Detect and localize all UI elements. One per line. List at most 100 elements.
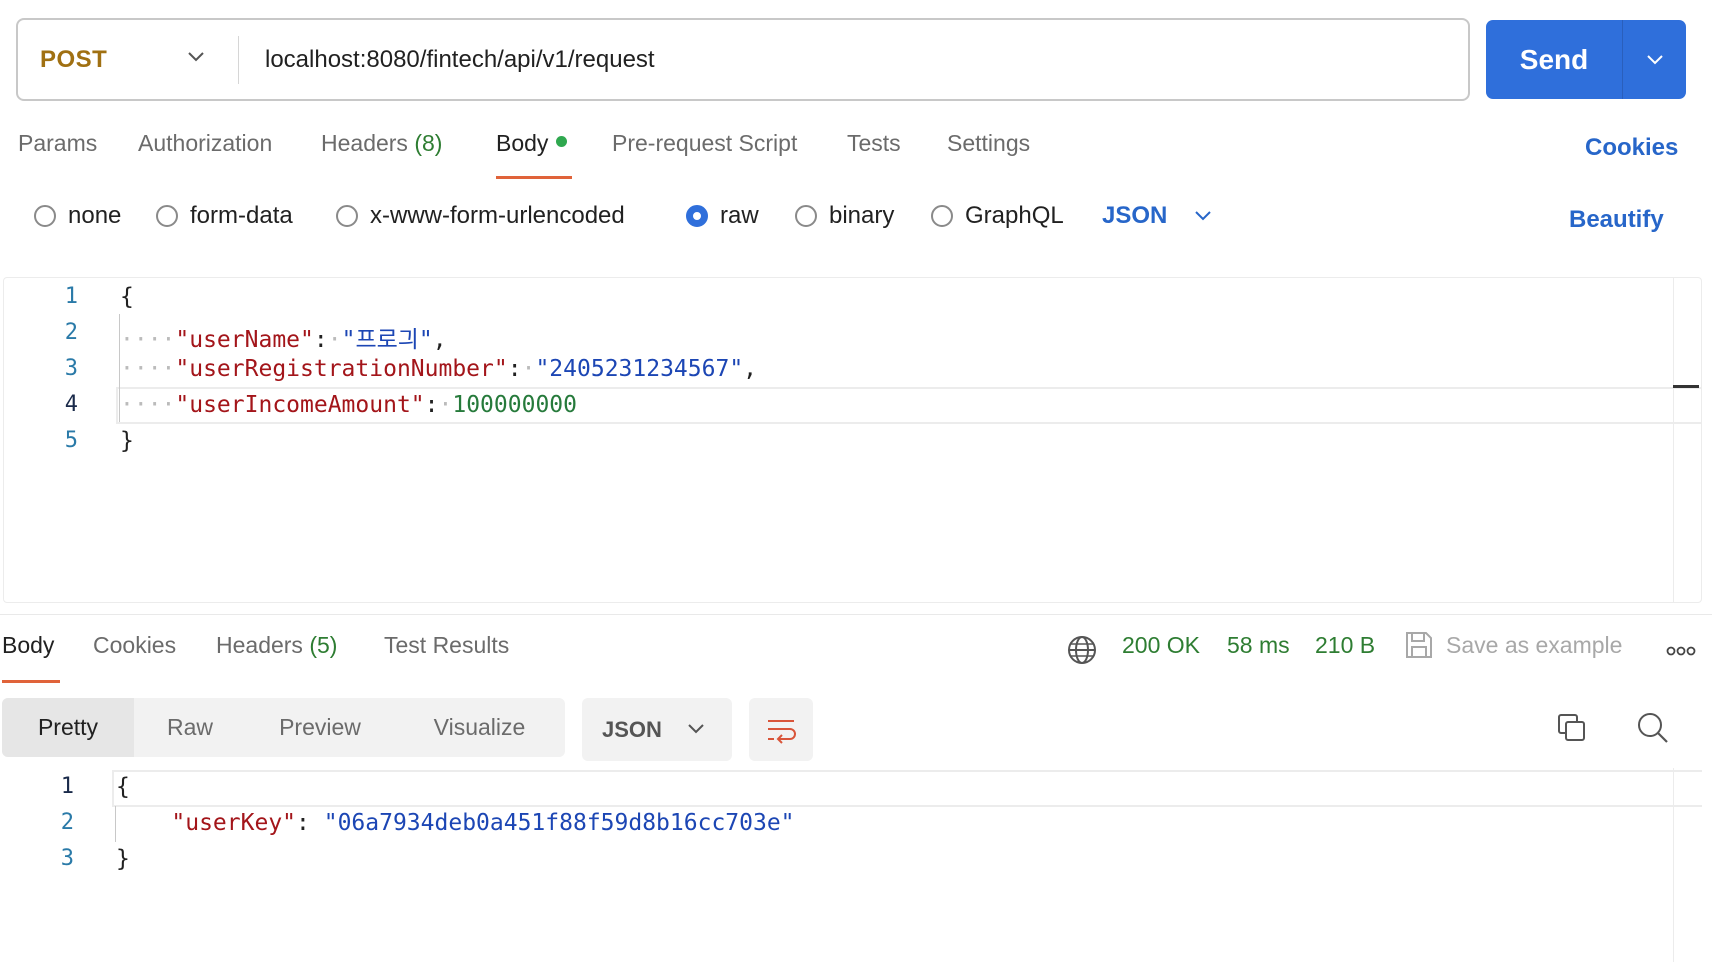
response-format-label: JSON xyxy=(602,716,662,742)
whitespace-marker: ···· xyxy=(120,356,176,382)
tab-settings[interactable]: Settings xyxy=(947,130,1030,157)
response-divider xyxy=(0,614,1712,615)
whitespace-marker: · xyxy=(327,327,342,353)
response-format-selector[interactable]: JSON xyxy=(582,698,732,761)
code-line: ····"userRegistrationNumber":·"240523123… xyxy=(120,356,758,382)
code-line: ····"userIncomeAmount":·100000000 xyxy=(120,392,577,418)
json-key: "userKey" xyxy=(171,810,297,836)
response-time[interactable]: 58 ms xyxy=(1227,632,1290,659)
code-line: } xyxy=(120,428,134,454)
tab-body[interactable]: Body xyxy=(496,130,568,157)
send-button[interactable]: Send xyxy=(1486,20,1622,99)
wrap-lines-icon xyxy=(768,719,796,744)
json-key: "userName" xyxy=(175,327,314,353)
json-number: 100000000 xyxy=(452,392,577,418)
save-as-example-button[interactable]: Save as example xyxy=(1404,630,1622,660)
save-as-example-label: Save as example xyxy=(1446,631,1623,658)
response-tab-test-results[interactable]: Test Results xyxy=(384,632,509,659)
response-tab-headers[interactable]: Headers (5) xyxy=(216,632,337,659)
request-url-bar: POST localhost:8080/fintech/api/v1/reque… xyxy=(16,18,1470,101)
radio-urlencoded[interactable]: x-www-form-urlencoded xyxy=(336,202,625,230)
whitespace-marker: · xyxy=(521,356,536,382)
method-selector[interactable]: POST xyxy=(18,20,238,99)
code-line: } xyxy=(116,846,130,872)
search-icon[interactable] xyxy=(1636,711,1670,745)
editor-scrollbar[interactable] xyxy=(1673,278,1701,602)
response-tab-cookies[interactable]: Cookies xyxy=(93,632,176,659)
word-wrap-button[interactable] xyxy=(749,698,813,761)
copy-icon[interactable] xyxy=(1556,712,1588,744)
language-selector[interactable]: JSON xyxy=(1102,202,1213,230)
code-line: { xyxy=(120,284,134,310)
radio-binary-label: binary xyxy=(829,202,895,229)
active-line-highlight xyxy=(112,770,1702,807)
radio-none[interactable]: none xyxy=(34,202,121,230)
code-line: { xyxy=(116,774,130,800)
response-size[interactable]: 210 B xyxy=(1315,632,1375,659)
response-tab-headers-count: (5) xyxy=(309,632,338,658)
radio-raw[interactable]: raw xyxy=(686,202,759,230)
code-line: "userKey": "06a7934deb0a451f88f59d8b16cc… xyxy=(171,810,795,836)
chevron-down-icon xyxy=(688,724,704,734)
view-pretty[interactable]: Pretty xyxy=(2,698,134,757)
status-code[interactable]: 200 OK xyxy=(1122,632,1200,659)
line-number: 2 xyxy=(64,320,78,345)
send-options-button[interactable] xyxy=(1623,20,1686,99)
scrollbar-thumb[interactable] xyxy=(1673,385,1699,388)
radio-binary[interactable]: binary xyxy=(795,202,894,230)
tab-tests[interactable]: Tests xyxy=(847,130,901,157)
tab-params[interactable]: Params xyxy=(18,130,97,157)
line-number: 4 xyxy=(64,392,78,417)
code-line: ····"userName":·"프로긔", xyxy=(120,327,447,353)
radio-none-label: none xyxy=(68,202,122,229)
json-key: "userIncomeAmount" xyxy=(175,392,425,418)
line-number: 5 xyxy=(64,428,78,453)
line-number: 1 xyxy=(64,284,78,309)
url-input[interactable]: localhost:8080/fintech/api/v1/request xyxy=(239,46,655,74)
cookies-link[interactable]: Cookies xyxy=(1585,134,1678,162)
radio-circle-selected xyxy=(686,205,708,227)
tab-headers-count: (8) xyxy=(414,130,443,156)
response-body-viewer[interactable]: 1 2 3 { "userKey": "06a7934deb0a451f88f5… xyxy=(0,768,1712,962)
globe-icon[interactable] xyxy=(1067,635,1097,665)
view-preview[interactable]: Preview xyxy=(246,698,394,757)
radio-form-data-label: form-data xyxy=(190,202,293,229)
request-body-editor[interactable]: 1 2 3 4 5 { ····"userName":·"프로긔", ····"… xyxy=(3,277,1702,603)
tab-headers-label: Headers xyxy=(321,130,408,156)
line-number: 3 xyxy=(64,356,78,381)
radio-urlencoded-label: x-www-form-urlencoded xyxy=(370,202,625,229)
radio-graphql[interactable]: GraphQL xyxy=(931,202,1064,230)
line-number: 1 xyxy=(60,774,74,799)
chevron-down-icon xyxy=(188,52,204,62)
chevron-down-icon xyxy=(1195,211,1212,221)
tab-headers[interactable]: Headers (8) xyxy=(321,130,442,157)
beautify-button[interactable]: Beautify xyxy=(1569,206,1664,234)
json-string: "2405231234567" xyxy=(535,356,744,382)
response-view-switcher: Pretty Raw Preview Visualize xyxy=(2,698,565,757)
language-label: JSON xyxy=(1102,202,1168,229)
tab-body-label: Body xyxy=(496,130,549,156)
line-number: 3 xyxy=(60,846,74,871)
json-key: "userRegistrationNumber" xyxy=(175,356,508,382)
chevron-down-icon xyxy=(1646,54,1663,64)
method-label: POST xyxy=(40,45,108,73)
radio-circle xyxy=(34,205,56,227)
tab-pre-request-script[interactable]: Pre-request Script xyxy=(612,130,797,157)
tab-authorization[interactable]: Authorization xyxy=(138,130,272,157)
view-visualize[interactable]: Visualize xyxy=(394,698,565,757)
whitespace-marker: ···· xyxy=(120,392,176,418)
active-tab-underline xyxy=(496,176,572,179)
more-options-icon[interactable] xyxy=(1666,646,1696,656)
line-number: 2 xyxy=(60,810,74,835)
response-tab-body[interactable]: Body xyxy=(2,632,54,659)
whitespace-marker: · xyxy=(438,392,453,418)
radio-form-data[interactable]: form-data xyxy=(156,202,293,230)
response-tab-headers-label: Headers xyxy=(216,632,303,658)
radio-circle xyxy=(795,205,817,227)
save-icon xyxy=(1406,632,1432,658)
response-scrollbar[interactable] xyxy=(1673,768,1674,962)
radio-circle xyxy=(931,205,953,227)
view-raw[interactable]: Raw xyxy=(134,698,246,757)
radio-circle xyxy=(336,205,358,227)
radio-circle xyxy=(156,205,178,227)
